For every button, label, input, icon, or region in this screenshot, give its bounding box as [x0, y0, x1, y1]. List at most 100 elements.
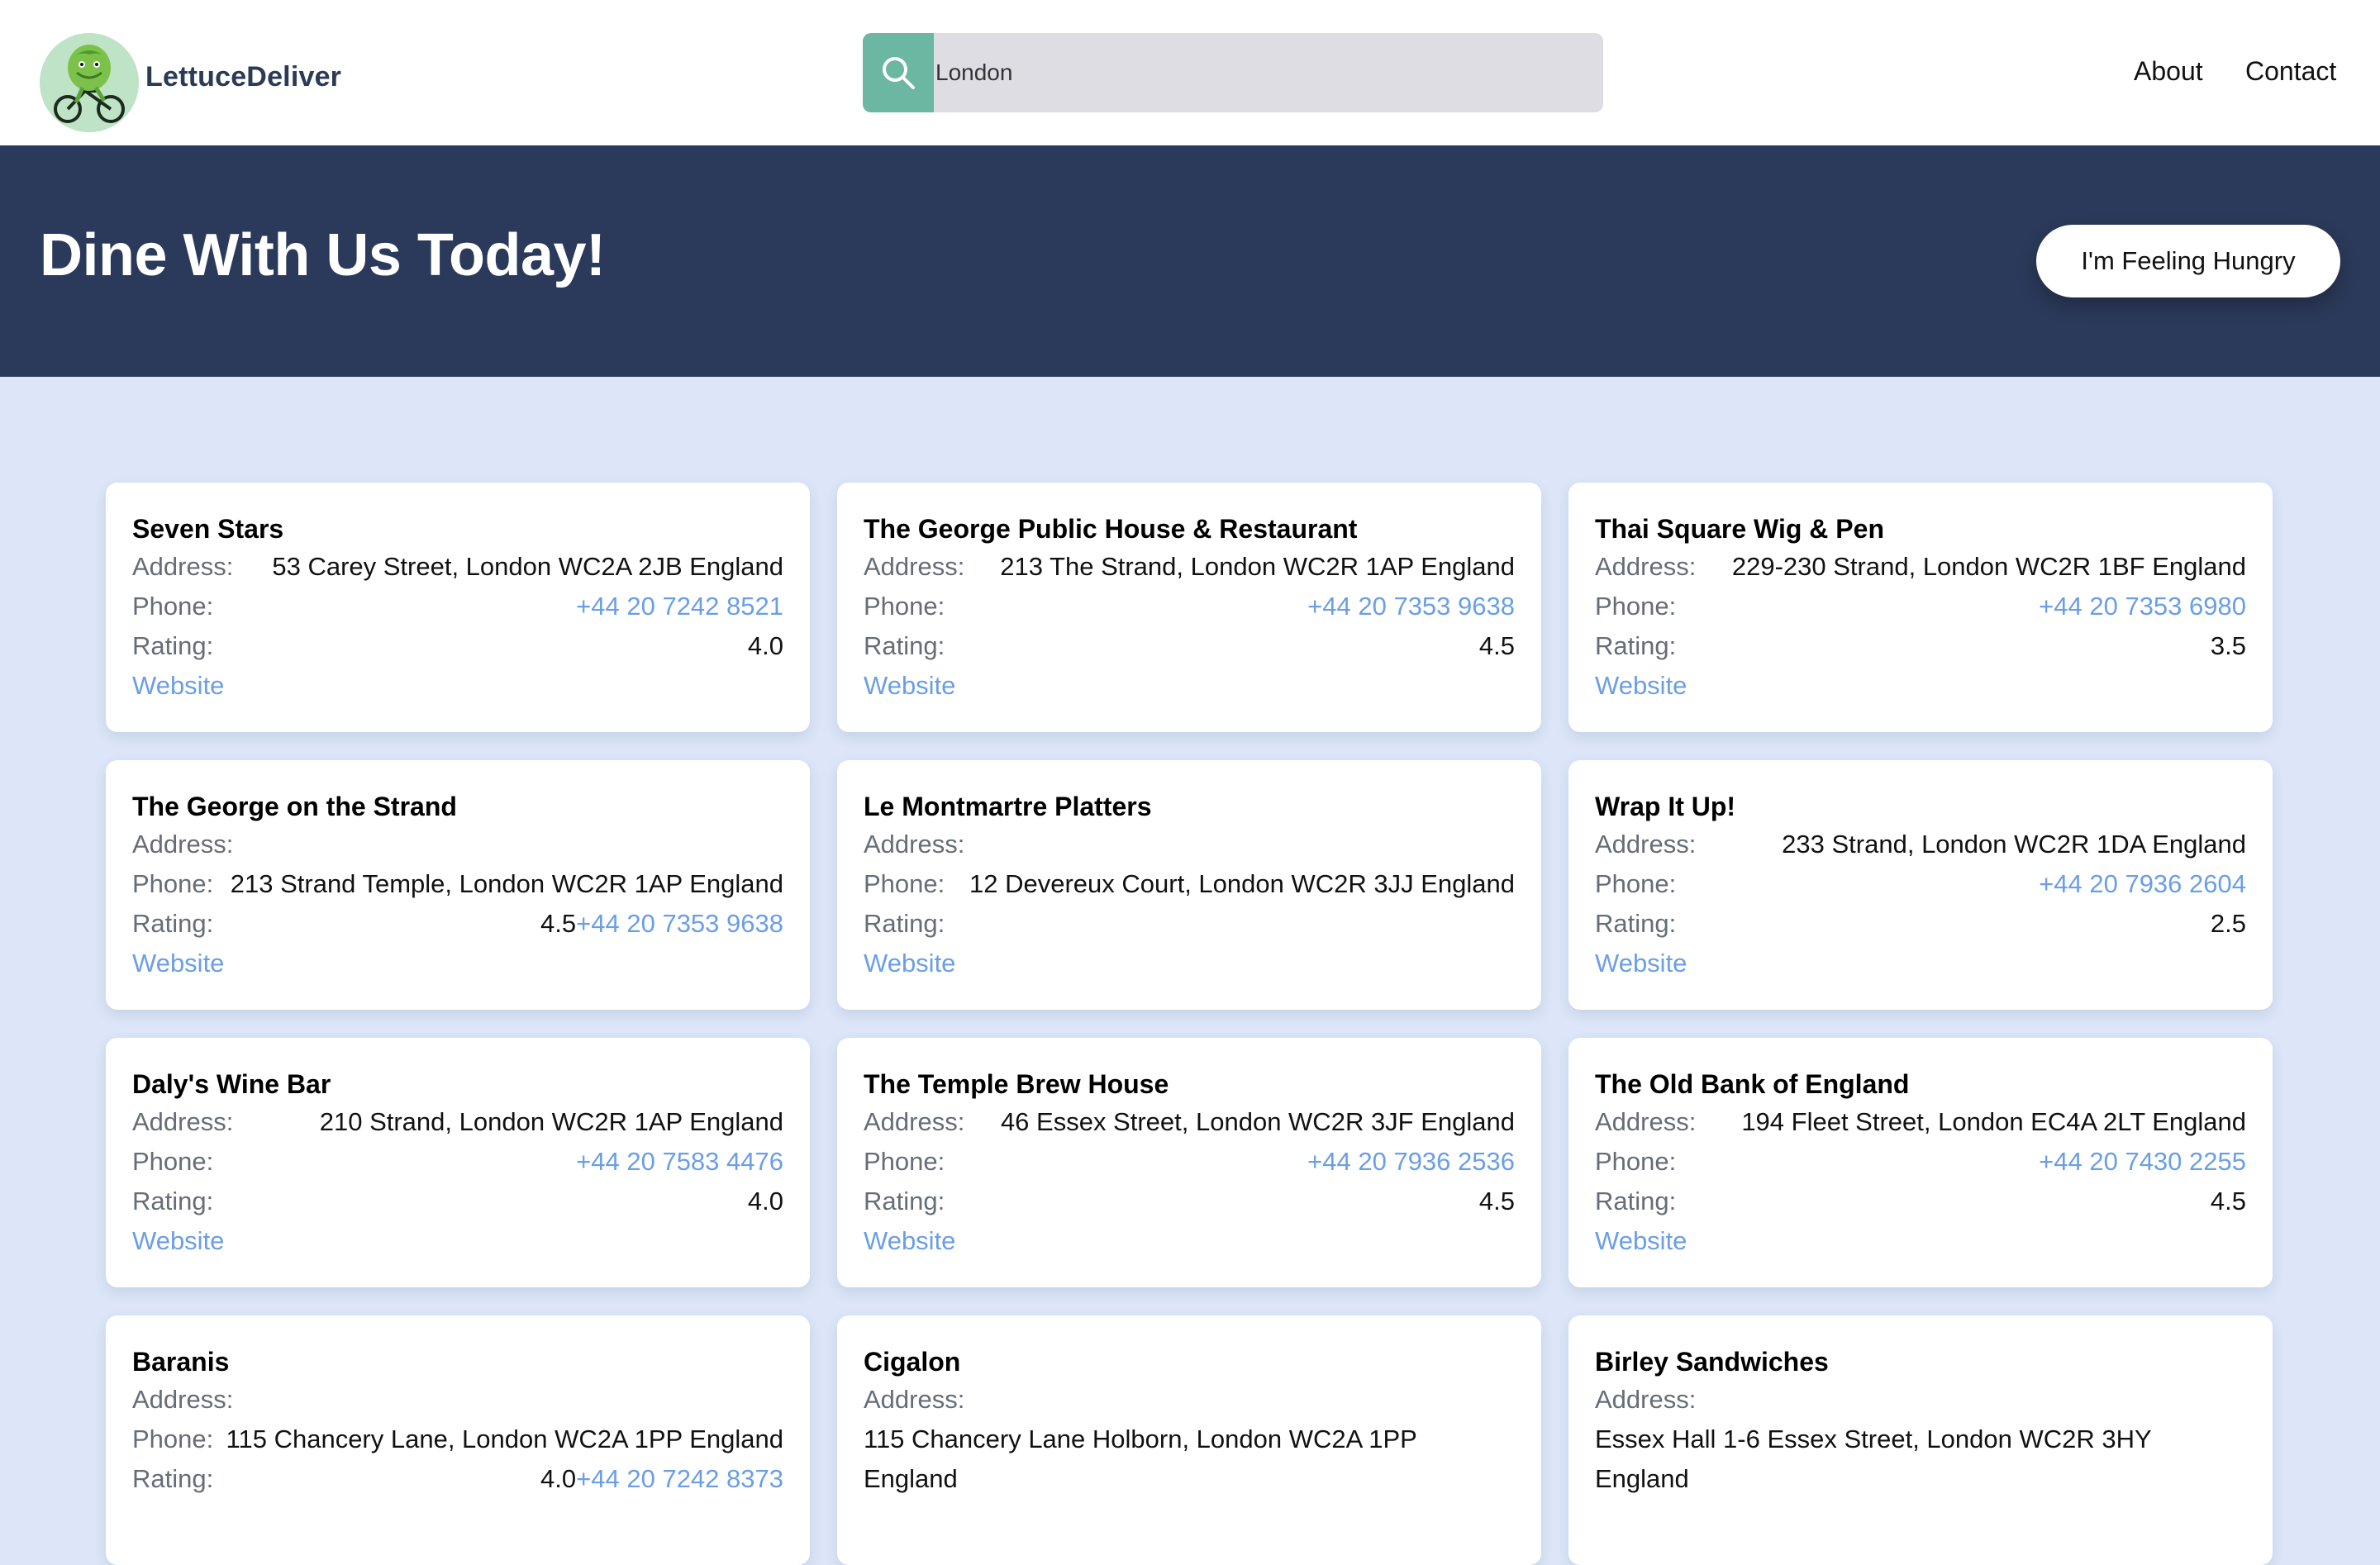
rating-row: Rating: 4.5+44 20 7353 9638	[132, 909, 783, 945]
rating-row: Rating: 4.0+44 20 7242 8373	[132, 1464, 783, 1501]
rating-row: Rating: 4.5	[864, 631, 1515, 668]
restaurant-name: Wrap It Up!	[1595, 792, 1736, 821]
restaurant-card: Birley Sandwiches Address: Essex Hall 1-…	[1568, 1315, 2273, 1565]
address-row: Address:	[864, 1385, 1515, 1421]
rating-row: Rating:	[864, 909, 1515, 945]
rating-phone-group: 4.0+44 20 7242 8373	[540, 1464, 783, 1494]
phone-link[interactable]: +44 20 7353 9638	[1307, 592, 1515, 621]
rating-row: Rating: 4.0	[132, 631, 783, 668]
address-label: Address:	[864, 830, 965, 859]
address-row: Address: 53 Carey Street, London WC2A 2J…	[132, 552, 783, 588]
restaurant-card: Le Montmartre Platters Address: Phone: 1…	[837, 760, 1541, 1010]
address-row: Address: 194 Fleet Street, London EC4A 2…	[1595, 1107, 2246, 1144]
restaurant-card: Seven Stars Address: 53 Carey Street, Lo…	[106, 483, 810, 732]
address-row: Address: 229-230 Strand, London WC2R 1BF…	[1595, 552, 2246, 588]
rating-row: Rating: 4.5	[1595, 1187, 2246, 1223]
restaurant-name: The George Public House & Restaurant	[864, 514, 1358, 544]
restaurant-card: Daly's Wine Bar Address: 210 Strand, Lon…	[106, 1038, 810, 1287]
restaurant-name: Thai Square Wig & Pen	[1595, 514, 1884, 544]
phone-row: Phone: +44 20 7242 8521	[132, 592, 783, 628]
restaurant-card: Baranis Address: Phone: 115 Chancery Lan…	[106, 1315, 810, 1565]
phone-row: Phone: +44 20 7583 4476	[132, 1147, 783, 1183]
website-link[interactable]: Website	[132, 1226, 224, 1256]
website-link[interactable]: Website	[1595, 949, 1687, 978]
website-link[interactable]: Website	[1595, 1226, 1687, 1256]
rating-label: Rating:	[1595, 631, 1677, 660]
restaurant-name: Le Montmartre Platters	[864, 792, 1152, 821]
phone-label: Phone:	[1595, 869, 1677, 898]
address-label: Address:	[864, 1107, 965, 1136]
phone-link[interactable]: +44 20 7242 8521	[576, 592, 783, 621]
phone-link[interactable]: +44 20 7242 8373	[576, 1464, 783, 1493]
feeling-hungry-button[interactable]: I'm Feeling Hungry	[2036, 225, 2340, 297]
address-value: 213 The Strand, London WC2R 1AP England	[1000, 552, 1515, 581]
rating-label: Rating:	[1595, 909, 1677, 938]
rating-label: Rating:	[864, 631, 945, 660]
address-label: Address:	[1595, 1107, 1697, 1136]
address-value-line2: England	[864, 1464, 958, 1493]
rating-value: 4.5	[1478, 1187, 1515, 1215]
rating-row: Rating: 2.5	[1595, 909, 2246, 945]
rating-label: Rating:	[132, 1187, 214, 1215]
restaurant-name: The Temple Brew House	[864, 1069, 1169, 1099]
rating-row: Rating: 4.0	[132, 1187, 783, 1223]
hero-title: Dine With Us Today!	[40, 222, 606, 288]
address-label: Address:	[132, 1385, 234, 1414]
website-link[interactable]: Website	[132, 671, 224, 701]
address-value: 233 Strand, London WC2R 1DA England	[1782, 830, 2246, 859]
phone-label: Phone:	[864, 592, 945, 621]
search-bar	[863, 33, 1603, 112]
phone-label: Phone:	[132, 1425, 214, 1453]
rating-label: Rating:	[132, 631, 214, 660]
restaurant-card: The Temple Brew House Address: 46 Essex …	[837, 1038, 1541, 1287]
address-value-line1: Essex Hall 1-6 Essex Street, London WC2R…	[1595, 1425, 2152, 1453]
search-button[interactable]	[863, 33, 934, 112]
rating-value: 4.0	[747, 631, 783, 660]
phone-row: Phone: 115 Chancery Lane, London WC2A 1P…	[132, 1425, 783, 1461]
address-value: 53 Carey Street, London WC2A 2JB England	[272, 552, 783, 581]
logo-lettuce-cyclist-icon[interactable]	[40, 33, 139, 132]
restaurant-name: Seven Stars	[132, 514, 284, 544]
website-link[interactable]: Website	[864, 949, 955, 978]
restaurant-name: Baranis	[132, 1347, 230, 1377]
phone-link[interactable]: +44 20 7936 2604	[2039, 869, 2246, 899]
address-value: 194 Fleet Street, London EC4A 2LT Englan…	[1741, 1107, 2246, 1136]
website-link[interactable]: Website	[864, 671, 955, 701]
address-row: Address: 46 Essex Street, London WC2R 3J…	[864, 1107, 1515, 1144]
address-value: 229-230 Strand, London WC2R 1BF England	[1731, 552, 2246, 581]
phone-link[interactable]: +44 20 7353 9638	[576, 909, 783, 938]
website-link[interactable]: Website	[864, 1226, 955, 1256]
website-link[interactable]: Website	[132, 949, 224, 978]
brand-name[interactable]: LettuceDeliver	[145, 61, 341, 93]
phone-label: Phone:	[132, 869, 214, 898]
nav-about-link[interactable]: About	[2134, 56, 2203, 87]
address-value: 12 Devereux Court, London WC2R 3JJ Engla…	[969, 869, 1515, 898]
address-row: Address:	[132, 1385, 783, 1421]
rating-label: Rating:	[864, 1187, 945, 1215]
address-label: Address:	[864, 1385, 965, 1414]
phone-label: Phone:	[132, 592, 214, 621]
search-input[interactable]	[934, 33, 1588, 112]
top-navbar: LettuceDeliver About Contact	[0, 0, 2380, 145]
rating-value: 3.5	[2210, 631, 2246, 660]
rating-label: Rating:	[132, 909, 214, 938]
address-value: 213 Strand Temple, London WC2R 1AP Engla…	[230, 869, 783, 898]
phone-link[interactable]: +44 20 7353 6980	[2039, 592, 2246, 621]
address-row: Address:	[132, 830, 783, 866]
website-link[interactable]: Website	[1595, 671, 1687, 701]
phone-row: Phone: 12 Devereux Court, London WC2R 3J…	[864, 869, 1515, 906]
rating-label: Rating:	[864, 909, 945, 938]
address-value: 115 Chancery Lane, London WC2A 1PP Engla…	[226, 1425, 783, 1453]
address-label: Address:	[132, 1107, 234, 1136]
restaurant-card: Cigalon Address: 115 Chancery Lane Holbo…	[837, 1315, 1541, 1565]
phone-link[interactable]: +44 20 7430 2255	[2039, 1147, 2246, 1177]
phone-link[interactable]: +44 20 7936 2536	[1307, 1147, 1515, 1177]
phone-row: Phone: +44 20 7936 2604	[1595, 869, 2246, 906]
restaurant-card: The Old Bank of England Address: 194 Fle…	[1568, 1038, 2273, 1287]
nav-contact-link[interactable]: Contact	[2245, 56, 2336, 87]
restaurant-name: Daly's Wine Bar	[132, 1069, 331, 1099]
phone-link[interactable]: +44 20 7583 4476	[576, 1147, 783, 1177]
address-label: Address:	[132, 552, 234, 581]
rating-value: 4.5	[1478, 631, 1515, 660]
restaurant-name: Birley Sandwiches	[1595, 1347, 1829, 1377]
